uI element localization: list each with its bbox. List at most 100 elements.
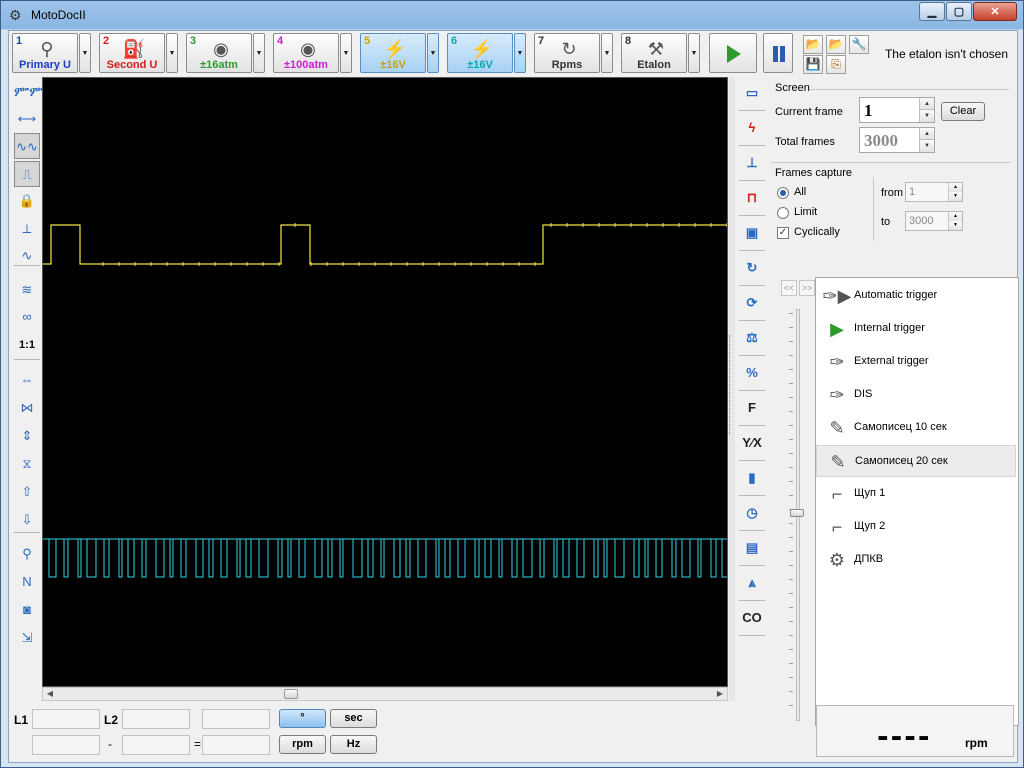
spectrum-icon[interactable]: ⩓	[739, 569, 765, 597]
capture-limit-radio[interactable]	[777, 207, 789, 219]
battery-icon[interactable]: ▮	[739, 464, 765, 492]
pause-button[interactable]	[763, 33, 793, 73]
current-frame-spinner[interactable]: 1 ▲ ▼	[859, 97, 935, 123]
title-bar[interactable]: ⚙ MotoDocII ▁ ▢ ✕	[1, 1, 1023, 29]
channel-sync-icon[interactable]: ᎃᎃ	[14, 79, 45, 105]
slider-thumb[interactable]	[790, 509, 804, 517]
export-icon[interactable]: ⇲	[14, 625, 40, 651]
waveform-mode-icon[interactable]: ∿∿	[14, 133, 40, 159]
injector-icon[interactable]: ▣	[739, 219, 765, 247]
balance-icon[interactable]: ⚖	[739, 324, 765, 352]
clear-button[interactable]: Clear	[941, 102, 985, 121]
channel-4-dropdown-icon[interactable]: ▼	[340, 33, 352, 73]
compress-vertical-icon[interactable]: ⧖	[14, 451, 40, 477]
channel-3-dropdown-icon[interactable]: ▼	[253, 33, 265, 73]
expand-vertical-icon[interactable]: ⇕	[14, 423, 40, 449]
scroll-left-icon[interactable]: ◀	[43, 688, 57, 700]
trigger-item[interactable]: ⌐ Щуп 1	[816, 478, 1016, 510]
scroll-right-icon[interactable]: ▶	[713, 688, 727, 700]
save-icon[interactable]: 💾	[803, 55, 823, 74]
total-frames-spinner[interactable]: 3000 ▲ ▼	[859, 127, 935, 153]
overlay-wave-icon[interactable]: ∞	[14, 304, 40, 330]
channel-1-dropdown-icon[interactable]: ▼	[79, 33, 91, 73]
trigger-item[interactable]: ⚙ ДПКВ	[816, 544, 1016, 576]
channel-1-button[interactable]: 1 ⚲ Primary U	[12, 33, 78, 73]
channel-6-dropdown-icon[interactable]: ▼	[514, 33, 526, 73]
channel-7-dropdown-icon[interactable]: ▼	[601, 33, 613, 73]
spin-down-icon[interactable]: ▼	[920, 140, 934, 152]
signal-marker-icon[interactable]: N	[14, 569, 40, 595]
maximize-button[interactable]: ▢	[946, 2, 972, 21]
trigger-item[interactable]: ✎ Самописец 10 сек	[816, 412, 1016, 444]
trigger-item[interactable]: ✑▶ Automatic trigger	[816, 280, 1016, 312]
spin-up-icon[interactable]: ▲	[920, 128, 934, 140]
channel-7-button[interactable]: 7 ↻ Rpms	[534, 33, 600, 73]
duty-cycle-icon[interactable]: %	[739, 359, 765, 387]
channel-5-button[interactable]: 5 ⚡ ±16V	[360, 33, 426, 73]
channel-6-button[interactable]: 6 ⚡ ±16V	[447, 33, 513, 73]
rotate-icon[interactable]: ↻	[739, 254, 765, 282]
trigger-item[interactable]: ✑ External trigger	[816, 346, 1016, 378]
unit-rpm-button[interactable]: rpm	[279, 735, 326, 754]
next-trigger-button[interactable]: >>	[799, 280, 815, 296]
trigger-item[interactable]: ⌐ Щуп 2	[816, 511, 1016, 543]
angle-720-icon[interactable]: ⟷	[14, 106, 40, 132]
horizontal-scrollbar[interactable]: ◀ ▶	[42, 687, 728, 701]
current-frame-value[interactable]: 1	[864, 101, 873, 121]
channel-5-dropdown-icon[interactable]: ▼	[427, 33, 439, 73]
channel-2-button[interactable]: 2 ⛽ Second U	[99, 33, 165, 73]
start-capture-button[interactable]	[709, 33, 757, 73]
trigger-item[interactable]: ✎ Самописец 20 сек	[816, 445, 1016, 477]
ignition-icon[interactable]: ϟ	[739, 114, 765, 142]
channel-8-dropdown-icon[interactable]: ▼	[688, 33, 700, 73]
monitor-icon[interactable]: ▭	[739, 79, 765, 107]
settings-wrench-icon[interactable]: 🔧	[849, 35, 869, 54]
lock-channel-icon[interactable]: 🔒	[14, 188, 40, 214]
zoom-search-icon[interactable]: ⚲	[14, 541, 40, 567]
from-spinner[interactable]: 1 ▲ ▼	[905, 182, 963, 202]
spin-up-icon[interactable]: ▲	[920, 98, 934, 110]
channel-4-button[interactable]: 4 ◉ ±100atm	[273, 33, 339, 73]
move-down-icon[interactable]: ⇩	[14, 507, 40, 533]
open-etalon-icon[interactable]: 📂	[826, 35, 846, 54]
open-folder-icon[interactable]: 📂	[803, 35, 823, 54]
channel-8-button[interactable]: 8 ⚒ Etalon	[621, 33, 687, 73]
spin-down-icon[interactable]: ▼	[949, 192, 962, 201]
cyclically-checkbox[interactable]: ✓	[777, 227, 789, 239]
spin-up-icon[interactable]: ▲	[949, 212, 962, 221]
export-frame-icon[interactable]: ⎘	[826, 55, 846, 74]
capture-all-radio[interactable]	[777, 187, 789, 199]
cursor-marker-icon[interactable]: ⟂	[14, 216, 40, 242]
device-icon[interactable]: ▤	[739, 534, 765, 562]
scale-1-1-icon[interactable]: 1:1	[14, 332, 40, 358]
camera-icon[interactable]: ◙	[14, 597, 40, 623]
unit-degree-button[interactable]: °	[279, 709, 326, 728]
channel-3-button[interactable]: 3 ◉ ±16atm	[186, 33, 252, 73]
ratio-icon[interactable]: Y⁄X	[739, 429, 765, 457]
frequency-icon[interactable]: F	[739, 394, 765, 422]
spin-up-icon[interactable]: ▲	[949, 183, 962, 192]
minimize-button[interactable]: ▁	[919, 2, 945, 21]
pulse-mode-icon[interactable]: ⎍	[14, 161, 40, 187]
trigger-item[interactable]: ▶ Internal trigger	[816, 313, 1016, 345]
unit-sec-button[interactable]: sec	[330, 709, 377, 728]
app-gear-icon[interactable]: ⚙	[9, 7, 25, 23]
trigger-item[interactable]: ✑ DIS	[816, 379, 1016, 411]
oscilloscope-view[interactable]	[42, 77, 728, 687]
pulse-high-icon[interactable]: ⊓	[739, 184, 765, 212]
compress-horizontal-icon[interactable]: ⋈	[14, 395, 40, 421]
expand-horizontal-icon[interactable]: ⇔	[14, 367, 40, 393]
trigger-level-slider[interactable]	[789, 309, 807, 723]
channel-2-dropdown-icon[interactable]: ▼	[166, 33, 178, 73]
close-button[interactable]: ✕	[973, 2, 1017, 21]
spin-down-icon[interactable]: ▼	[920, 110, 934, 122]
rotate-cycle-icon[interactable]: ⟳	[739, 289, 765, 317]
pulse-low-icon[interactable]: ⊥	[739, 149, 765, 177]
multi-wave-icon[interactable]: ≋	[14, 277, 40, 303]
move-up-icon[interactable]: ⇧	[14, 479, 40, 505]
panel-splitter[interactable]	[729, 77, 735, 701]
clock-icon[interactable]: ◷	[739, 499, 765, 527]
spin-down-icon[interactable]: ▼	[949, 221, 962, 230]
to-spinner[interactable]: 3000 ▲ ▼	[905, 211, 963, 231]
unit-hz-button[interactable]: Hz	[330, 735, 377, 754]
